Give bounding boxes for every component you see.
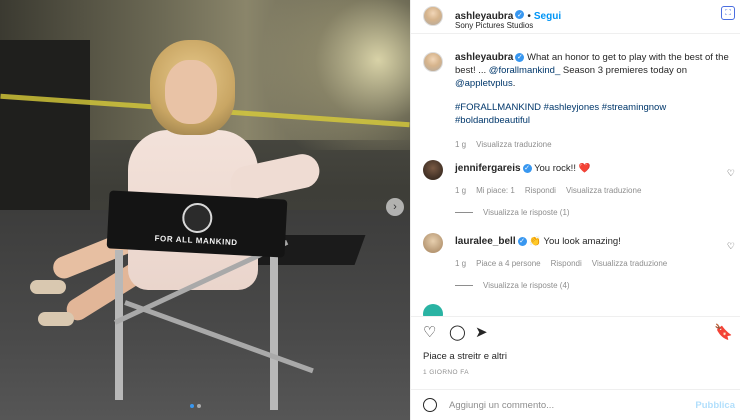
comment-avatar-partial [423, 304, 443, 316]
comment-icon[interactable]: ◯ [449, 323, 466, 341]
post-timestamp: 1 GIORNO FA [423, 369, 469, 376]
translate-link[interactable]: Visualizza traduzione [476, 140, 551, 149]
chair-leg [115, 250, 123, 400]
reply-button[interactable]: Rispondi [525, 186, 556, 195]
comment-text: 👏 You look amazing! [529, 236, 621, 247]
comment-avatar[interactable] [423, 160, 443, 180]
translate-link[interactable]: Visualizza traduzione [566, 186, 641, 195]
share-icon[interactable]: ➤ [475, 323, 488, 341]
translate-link[interactable]: Visualizza traduzione [592, 259, 667, 268]
emoji-icon[interactable] [423, 398, 437, 412]
post-header: ashleyaubra ✓ • Segui Sony Pictures Studios… [411, 0, 740, 34]
action-bar: ♡ ◯ ➤ 🔖 [411, 316, 740, 346]
shoe [30, 280, 66, 294]
caption-username[interactable]: ashleyaubra [455, 52, 513, 63]
caption-avatar[interactable] [423, 52, 443, 72]
studio-light [250, 0, 410, 150]
bookmark-icon[interactable]: 🔖 [714, 323, 733, 341]
view-replies[interactable]: Visualizza le risposte (4) [455, 281, 570, 290]
follow-button[interactable]: Segui [534, 11, 561, 22]
comment-body: jennifergareis ✓ You rock!! ❤️ [455, 163, 725, 174]
verified-badge-icon: ✓ [515, 10, 525, 20]
comment-likes[interactable]: Piace a 4 persone [476, 259, 541, 268]
heart-icon[interactable]: ♡ [423, 323, 436, 341]
comment-username[interactable]: jennifergareis [455, 163, 521, 174]
comment-meta: 1 g Mi piace: 1 Rispondi Visualizza traduzi… [455, 186, 651, 195]
caption-meta: 1 g Visualizza traduzione [455, 138, 737, 151]
director-chair-back: FOR ALL MANKIND [106, 190, 288, 258]
caption-text: . [512, 78, 516, 89]
more-options-icon[interactable]: ⛶ [721, 6, 735, 20]
publish-button[interactable]: Pubblica [695, 400, 735, 411]
comment-meta: 1 g Piace a 4 persone Rispondi Visualizza t… [455, 259, 677, 268]
carousel-dots [190, 404, 201, 408]
add-comment-bar: Pubblica [411, 389, 740, 420]
comment-username[interactable]: lauralee_bell [455, 236, 516, 247]
comment-time: 1 g [455, 186, 467, 195]
carousel-dot [197, 404, 201, 408]
chair-leg [270, 250, 278, 410]
comment-likes[interactable]: Mi piace: 1 [476, 186, 515, 195]
shoe [38, 312, 74, 326]
verified-badge-icon: ✓ [515, 52, 525, 62]
heart-icon[interactable]: ♡ [727, 168, 735, 179]
heart-icon[interactable]: ♡ [727, 241, 735, 252]
chair-text: FOR ALL MANKIND [154, 233, 238, 248]
mention-link[interactable]: @appletvplus [455, 78, 513, 89]
view-replies[interactable]: Visualizza le risposte (1) [455, 208, 570, 217]
reply-button[interactable]: Rispondi [551, 259, 582, 268]
mention-link[interactable]: @forallmankind_ [489, 65, 560, 76]
comment-avatar[interactable] [423, 233, 443, 253]
author-avatar[interactable] [423, 6, 443, 26]
post-location[interactable]: Sony Pictures Studios [455, 21, 533, 30]
likes-summary[interactable]: Piace a streitr e altri [423, 351, 507, 362]
caption-time: 1 g [455, 140, 467, 149]
comment-time: 1 g [455, 259, 467, 268]
comment-text: You rock!! ❤️ [534, 163, 591, 174]
post-panel: ashleyaubra ✓ • Segui Sony Pictures Studios… [410, 0, 740, 420]
carousel-dot-active [190, 404, 194, 408]
hashtags[interactable]: #FORALLMANKIND #ashleyjones #streamingno… [455, 101, 737, 127]
verified-badge-icon: ✓ [517, 236, 527, 246]
comment-body: lauralee_bell ✓ 👏 You look amazing! [455, 236, 725, 247]
chevron-right-icon[interactable]: › [386, 198, 404, 216]
comment-input[interactable] [449, 396, 679, 414]
verified-badge-icon: ✓ [522, 163, 532, 173]
caption-text: Season 3 premieres today on [560, 65, 687, 76]
post-caption: ashleyaubra ✓ What an honor to get to pla… [455, 51, 737, 151]
post-image[interactable]: FOR ALL MANKIND › [0, 0, 410, 420]
person-face [165, 60, 217, 124]
chair-logo-icon [181, 202, 214, 234]
